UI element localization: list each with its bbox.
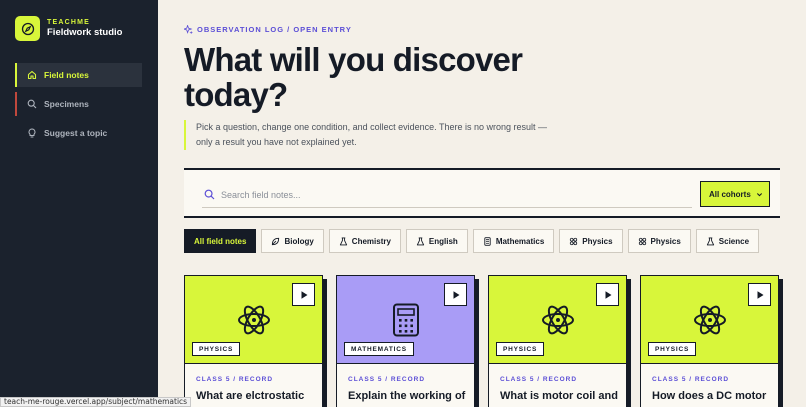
- filter-chip-chemistry[interactable]: Chemistry: [328, 229, 401, 253]
- main-content: OBSERVATION LOG / OPEN ENTRY What will y…: [158, 0, 806, 407]
- subject-filters: All field notes Biology Chemistry Englis…: [184, 229, 764, 253]
- filter-chip-physics-2[interactable]: Physics: [627, 229, 691, 253]
- card-title: What are elctrostatic: [196, 390, 305, 402]
- lightbulb-icon: [28, 128, 36, 138]
- play-icon: [301, 290, 307, 299]
- filter-chip-science[interactable]: Science: [695, 229, 760, 253]
- filter-chip-label: Chemistry: [351, 236, 391, 246]
- cohort-select-value: All cohorts: [709, 189, 751, 199]
- compass-icon: [15, 16, 40, 41]
- field-note-card[interactable]: PHYSICS CLASS 5 / RECORD How does a DC m…: [640, 275, 779, 407]
- search-panel: All cohorts: [184, 168, 780, 218]
- flask-icon: [706, 236, 714, 245]
- sparkle-icon: [184, 25, 193, 34]
- chevron-down-icon: [756, 192, 763, 196]
- filter-chip-biology[interactable]: Biology: [261, 229, 324, 253]
- atom-icon: [638, 237, 646, 245]
- subject-tag: PHYSICS: [192, 342, 241, 356]
- sidebar-item-field-notes[interactable]: Field notes: [15, 63, 142, 87]
- filter-chip-label: Physics: [582, 236, 613, 246]
- atom-icon: [237, 305, 270, 334]
- eyebrow: OBSERVATION LOG / OPEN ENTRY: [184, 25, 352, 34]
- card-title: Explain the working of: [348, 390, 466, 402]
- filter-chip-label: Science: [718, 236, 750, 246]
- play-button[interactable]: [748, 283, 771, 306]
- filter-chip-physics[interactable]: Physics: [559, 229, 623, 253]
- brand[interactable]: TEACHME Fieldwork studio: [15, 16, 122, 41]
- cohort-select[interactable]: All cohorts: [700, 181, 770, 207]
- card-cover: PHYSICS: [185, 276, 322, 364]
- filter-chip-label: Biology: [284, 236, 314, 246]
- atom-icon: [570, 237, 578, 245]
- sidebar-item-suggest-topic[interactable]: Suggest a topic: [15, 121, 142, 145]
- play-icon: [453, 290, 459, 299]
- filter-chip-english[interactable]: English: [405, 229, 468, 253]
- filter-chip-label: English: [428, 236, 458, 246]
- sidebar-nav: Field notes Specimens Suggest a topic: [15, 63, 142, 150]
- filter-chip-label: Mathematics: [495, 236, 545, 246]
- card-meta: CLASS 5 / RECORD: [500, 376, 578, 383]
- calculator-icon: [392, 303, 419, 336]
- filter-chip-label: Physics: [650, 236, 681, 246]
- play-icon: [757, 290, 763, 299]
- flask-icon: [339, 236, 347, 245]
- sidebar-item-label: Field notes: [44, 70, 89, 80]
- page-title: What will you discover today?: [184, 41, 523, 113]
- leaf-icon: [272, 237, 280, 245]
- atom-icon: [541, 305, 574, 334]
- card-title: How does a DC motor: [652, 390, 767, 402]
- flask-icon: [416, 236, 425, 245]
- field-note-card[interactable]: MATHEMATICS CLASS 5 / RECORD Explain the…: [336, 275, 475, 407]
- home-icon: [27, 70, 37, 80]
- search-icon: [27, 99, 37, 109]
- sidebar-item-specimens[interactable]: Specimens: [15, 92, 142, 116]
- sidebar-item-label: Specimens: [44, 99, 89, 109]
- search-input[interactable]: [221, 189, 661, 200]
- play-button[interactable]: [444, 283, 467, 306]
- card-meta: CLASS 5 / RECORD: [196, 376, 274, 383]
- atom-icon: [693, 305, 726, 334]
- card-cover: PHYSICS: [641, 276, 778, 364]
- field-note-cards: PHYSICS CLASS 5 / RECORD What are elctro…: [184, 275, 792, 407]
- sidebar: TEACHME Fieldwork studio Field notes Spe…: [0, 0, 158, 407]
- status-bar-url: teach-me-rouge.vercel.app/subject/mathem…: [0, 397, 192, 407]
- search-icon: [204, 189, 215, 200]
- subject-tag: MATHEMATICS: [344, 342, 414, 356]
- sidebar-item-label: Suggest a topic: [44, 128, 108, 138]
- filter-chip-all[interactable]: All field notes: [184, 229, 257, 253]
- subject-tag: PHYSICS: [496, 342, 545, 356]
- card-cover: MATHEMATICS: [337, 276, 474, 364]
- card-title: What is motor coil and: [500, 390, 618, 402]
- subject-tag: PHYSICS: [648, 342, 697, 356]
- card-meta: CLASS 5 / RECORD: [652, 376, 730, 383]
- card-cover: PHYSICS: [489, 276, 626, 364]
- filter-chip-label: All field notes: [194, 236, 247, 246]
- search-field[interactable]: [202, 182, 692, 208]
- eyebrow-text: OBSERVATION LOG / OPEN ENTRY: [197, 25, 352, 34]
- play-button[interactable]: [292, 283, 315, 306]
- calculator-icon: [484, 236, 491, 246]
- card-meta: CLASS 5 / RECORD: [348, 376, 426, 383]
- brand-kicker: TEACHME: [47, 19, 91, 26]
- play-button[interactable]: [596, 283, 619, 306]
- filter-chip-mathematics[interactable]: Mathematics: [472, 229, 555, 253]
- field-note-card[interactable]: PHYSICS CLASS 5 / RECORD What is motor c…: [488, 275, 627, 407]
- play-icon: [605, 290, 611, 299]
- page-lead: Pick a question, change one condition, a…: [184, 120, 554, 150]
- field-note-card[interactable]: PHYSICS CLASS 5 / RECORD What are elctro…: [184, 275, 323, 407]
- brand-name: Fieldwork studio: [47, 27, 123, 38]
